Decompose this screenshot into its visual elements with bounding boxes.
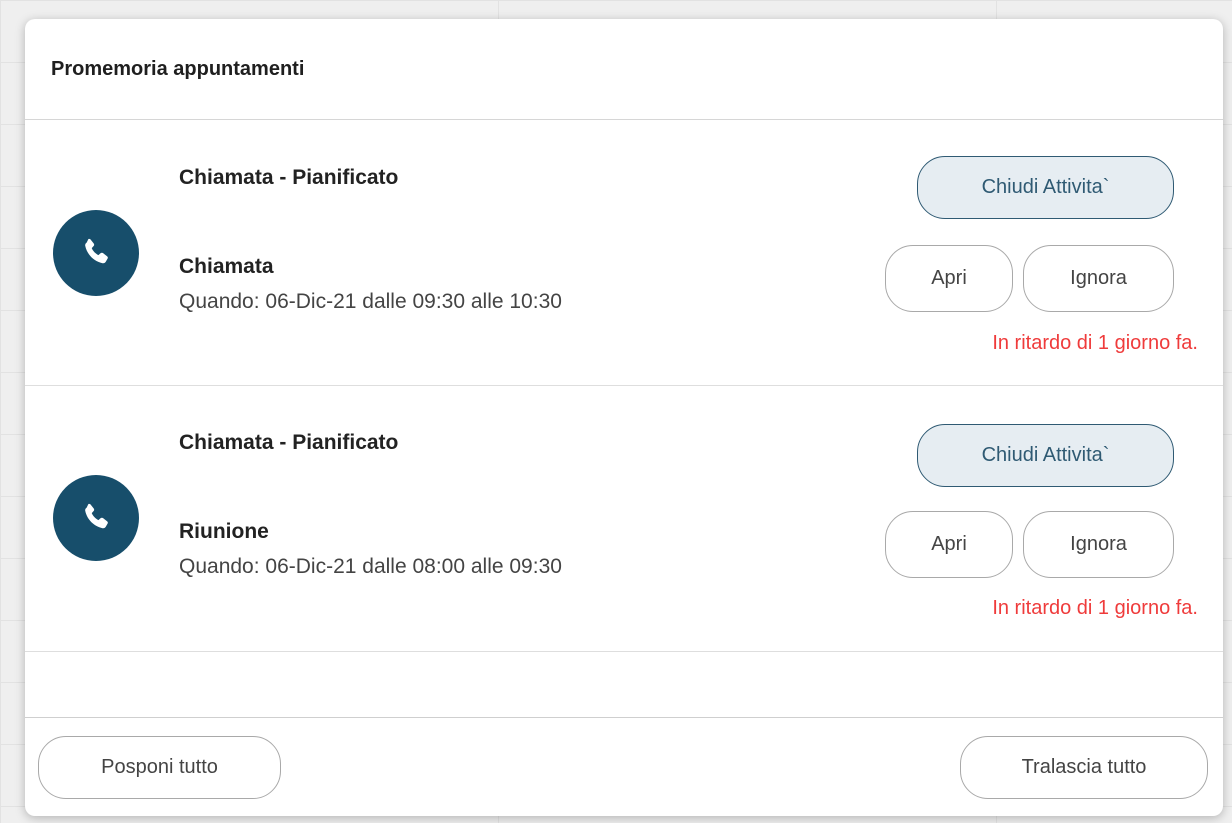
appointment-reminder-dialog: Promemoria appuntamenti Chiamata - Piani… <box>25 19 1223 816</box>
open-button[interactable]: Apri <box>885 511 1013 578</box>
snooze-all-button[interactable]: Posponi tutto <box>38 736 281 799</box>
overdue-status: In ritardo di 1 giorno fa. <box>992 332 1198 354</box>
reminder-when: Quando: 06-Dic-21 dalle 08:00 alle 09:30 <box>179 555 562 578</box>
reminder-item: Chiamata - Pianificato Riunione Quando: … <box>25 386 1223 652</box>
dialog-header: Promemoria appuntamenti <box>25 19 1223 120</box>
ignore-button[interactable]: Ignora <box>1023 511 1174 578</box>
reminder-subject: Chiamata <box>179 255 274 278</box>
reminder-item: Chiamata - Pianificato Chiamata Quando: … <box>25 120 1223 386</box>
reminder-title: Chiamata - Pianificato <box>179 431 399 454</box>
reminder-subject: Riunione <box>179 520 269 543</box>
close-activity-button[interactable]: Chiudi Attivita` <box>917 424 1174 487</box>
phone-icon-glyph <box>85 238 108 264</box>
close-activity-button[interactable]: Chiudi Attivita` <box>917 156 1174 219</box>
phone-icon-glyph <box>85 503 108 529</box>
dialog-footer: Posponi tutto Tralascia tutto <box>25 717 1223 816</box>
reminder-when: Quando: 06-Dic-21 dalle 09:30 alle 10:30 <box>179 290 562 313</box>
overdue-status: In ritardo di 1 giorno fa. <box>992 597 1198 619</box>
dismiss-all-button[interactable]: Tralascia tutto <box>960 736 1208 799</box>
phone-icon <box>53 210 139 296</box>
phone-icon <box>53 475 139 561</box>
reminder-title: Chiamata - Pianificato <box>179 166 399 189</box>
ignore-button[interactable]: Ignora <box>1023 245 1174 312</box>
dialog-title: Promemoria appuntamenti <box>51 57 305 80</box>
open-button[interactable]: Apri <box>885 245 1013 312</box>
